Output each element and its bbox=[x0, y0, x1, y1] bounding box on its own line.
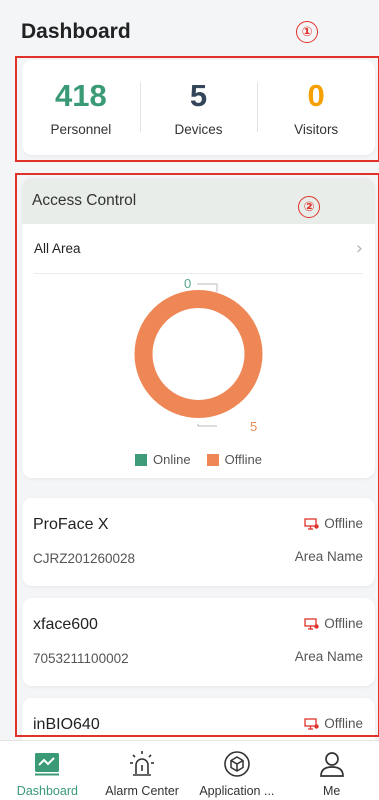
tab-dashboard-label: Dashboard bbox=[16, 784, 78, 798]
tab-alarm-center-label: Alarm Center bbox=[105, 784, 179, 798]
alarm-icon bbox=[127, 749, 157, 779]
tab-me[interactable]: Me bbox=[284, 741, 379, 800]
person-icon bbox=[317, 749, 347, 779]
tab-alarm-center[interactable]: Alarm Center bbox=[95, 741, 190, 800]
tab-dashboard[interactable]: Dashboard bbox=[0, 741, 95, 800]
highlight-box-2 bbox=[15, 173, 379, 737]
tab-application-label: Application ... bbox=[199, 784, 275, 798]
bottom-tab-bar: Dashboard Alarm Center Application ... M… bbox=[0, 740, 379, 800]
highlight-box-1 bbox=[15, 56, 379, 162]
dashboard-icon bbox=[32, 749, 62, 779]
application-icon bbox=[222, 749, 252, 779]
page-title: Dashboard bbox=[21, 20, 131, 43]
annotation-marker-1: ① bbox=[296, 21, 318, 43]
tab-application[interactable]: Application ... bbox=[190, 741, 285, 800]
tab-me-label: Me bbox=[322, 784, 341, 798]
